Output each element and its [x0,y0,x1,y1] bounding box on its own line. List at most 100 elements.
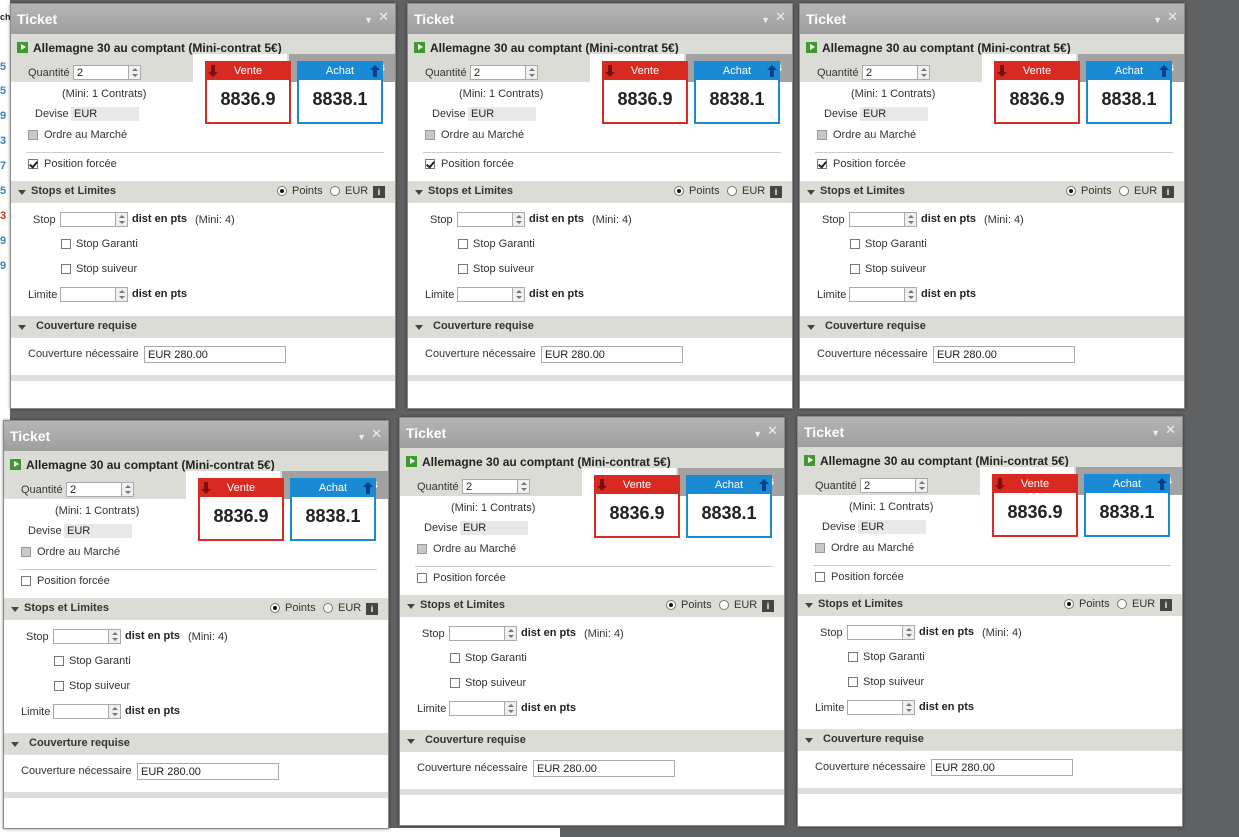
points-radio[interactable] [1064,599,1074,609]
collapse-triangle-icon[interactable] [18,325,26,330]
stops-section-header[interactable]: Stops et Limites Points EUR i [4,598,388,620]
quantity-stepper[interactable] [128,65,141,80]
info-icon[interactable]: i [373,186,385,198]
stop-distance-input[interactable] [457,212,513,227]
points-radio[interactable] [666,600,676,610]
stops-section-header[interactable]: Stops et Limites Points EUR i [798,594,1182,616]
ticket-window-4[interactable]: Ticket ▼ ✕ Allemagne 30 au comptant (Min… [3,420,389,829]
margin-section-header[interactable]: Couverture requise [400,730,784,752]
info-icon[interactable]: i [762,600,774,612]
stop-distance-input[interactable] [849,212,905,227]
close-icon[interactable]: ✕ [371,427,382,441]
sell-button[interactable]: Vente 8836.9 [994,61,1080,124]
limit-distance-input[interactable] [60,287,116,302]
eur-radio[interactable] [1117,599,1127,609]
quantity-stepper[interactable] [517,479,530,494]
limit-distance-input[interactable] [53,704,109,719]
chevron-down-icon[interactable]: ▼ [357,430,366,444]
buy-button[interactable]: Achat 8838.1 [290,478,376,541]
close-icon[interactable]: ✕ [1167,10,1178,24]
limit-distance-input[interactable] [849,287,905,302]
ticket-header[interactable]: Ticket ▼ ✕ [400,418,784,448]
stop-stepper[interactable] [512,212,525,227]
points-radio[interactable] [270,603,280,613]
trailing-stop-checkbox[interactable] [458,264,468,274]
quantity-input[interactable]: 2 [462,479,518,494]
ticket-window-5[interactable]: Ticket ▼ ✕ Allemagne 30 au comptant (Min… [399,417,785,826]
buy-button[interactable]: Achat 8838.1 [694,61,780,124]
quantity-stepper[interactable] [121,482,134,497]
points-radio[interactable] [1066,186,1076,196]
forced-position-checkbox[interactable] [21,576,31,586]
eur-radio[interactable] [323,603,333,613]
guaranteed-stop-checkbox[interactable] [450,653,460,663]
quantity-stepper[interactable] [525,65,538,80]
sell-button[interactable]: Vente 8836.9 [602,61,688,124]
ticket-window-2[interactable]: Ticket ▼ ✕ Allemagne 30 au comptant (Min… [407,3,793,409]
stop-stepper[interactable] [115,212,128,227]
collapse-triangle-icon[interactable] [11,607,19,612]
ticket-header[interactable]: Ticket ▼ ✕ [11,4,395,34]
quantity-stepper[interactable] [915,478,928,493]
ticket-header[interactable]: Ticket ▼ ✕ [4,421,388,451]
limit-stepper[interactable] [904,287,917,302]
limit-stepper[interactable] [512,287,525,302]
buy-button[interactable]: Achat 8838.1 [686,475,772,538]
trailing-stop-checkbox[interactable] [61,264,71,274]
guaranteed-stop-checkbox[interactable] [61,239,71,249]
limit-stepper[interactable] [108,704,121,719]
ticket-window-3[interactable]: Ticket ▼ ✕ Allemagne 30 au comptant (Min… [799,3,1185,409]
guaranteed-stop-checkbox[interactable] [54,656,64,666]
collapse-triangle-icon[interactable] [11,742,19,747]
quantity-input[interactable]: 2 [73,65,129,80]
trailing-stop-checkbox[interactable] [850,264,860,274]
limit-stepper[interactable] [902,700,915,715]
stops-section-header[interactable]: Stops et Limites Points EUR i [11,181,395,203]
quantity-input[interactable]: 2 [66,482,122,497]
trailing-stop-checkbox[interactable] [450,678,460,688]
guaranteed-stop-checkbox[interactable] [850,239,860,249]
info-icon[interactable]: i [1160,599,1172,611]
forced-position-checkbox[interactable] [28,159,38,169]
stops-section-header[interactable]: Stops et Limites Points EUR i [408,181,792,203]
stop-distance-input[interactable] [53,629,109,644]
collapse-triangle-icon[interactable] [18,190,26,195]
close-icon[interactable]: ✕ [1165,423,1176,437]
eur-radio[interactable] [330,186,340,196]
close-icon[interactable]: ✕ [378,10,389,24]
sell-button[interactable]: Vente 8836.9 [594,475,680,538]
ticket-header[interactable]: Ticket ▼ ✕ [408,4,792,34]
sell-button[interactable]: Vente 8836.9 [205,61,291,124]
limit-distance-input[interactable] [457,287,513,302]
eur-radio[interactable] [1119,186,1129,196]
eur-radio[interactable] [727,186,737,196]
chevron-down-icon[interactable]: ▼ [1153,13,1162,27]
sell-button[interactable]: Vente 8836.9 [992,474,1078,537]
stop-distance-input[interactable] [847,625,903,640]
chevron-down-icon[interactable]: ▼ [364,13,373,27]
quantity-stepper[interactable] [917,65,930,80]
stops-section-header[interactable]: Stops et Limites Points EUR i [400,595,784,617]
limit-distance-input[interactable] [449,701,505,716]
forced-position-checkbox[interactable] [817,159,827,169]
close-icon[interactable]: ✕ [767,424,778,438]
chevron-down-icon[interactable]: ▼ [1151,426,1160,440]
stops-section-header[interactable]: Stops et Limites Points EUR i [800,181,1184,203]
sell-button[interactable]: Vente 8836.9 [198,478,284,541]
margin-section-header[interactable]: Couverture requise [4,733,388,755]
limit-distance-input[interactable] [847,700,903,715]
collapse-triangle-icon[interactable] [805,603,813,608]
quantity-input[interactable]: 2 [470,65,526,80]
buy-button[interactable]: Achat 8838.1 [297,61,383,124]
collapse-triangle-icon[interactable] [415,190,423,195]
stop-stepper[interactable] [902,625,915,640]
info-icon[interactable]: i [770,186,782,198]
margin-section-header[interactable]: Couverture requise [408,316,792,338]
stop-stepper[interactable] [504,626,517,641]
limit-stepper[interactable] [115,287,128,302]
points-radio[interactable] [277,186,287,196]
buy-button[interactable]: Achat 8838.1 [1084,474,1170,537]
collapse-triangle-icon[interactable] [807,190,815,195]
collapse-triangle-icon[interactable] [415,325,423,330]
limit-stepper[interactable] [504,701,517,716]
